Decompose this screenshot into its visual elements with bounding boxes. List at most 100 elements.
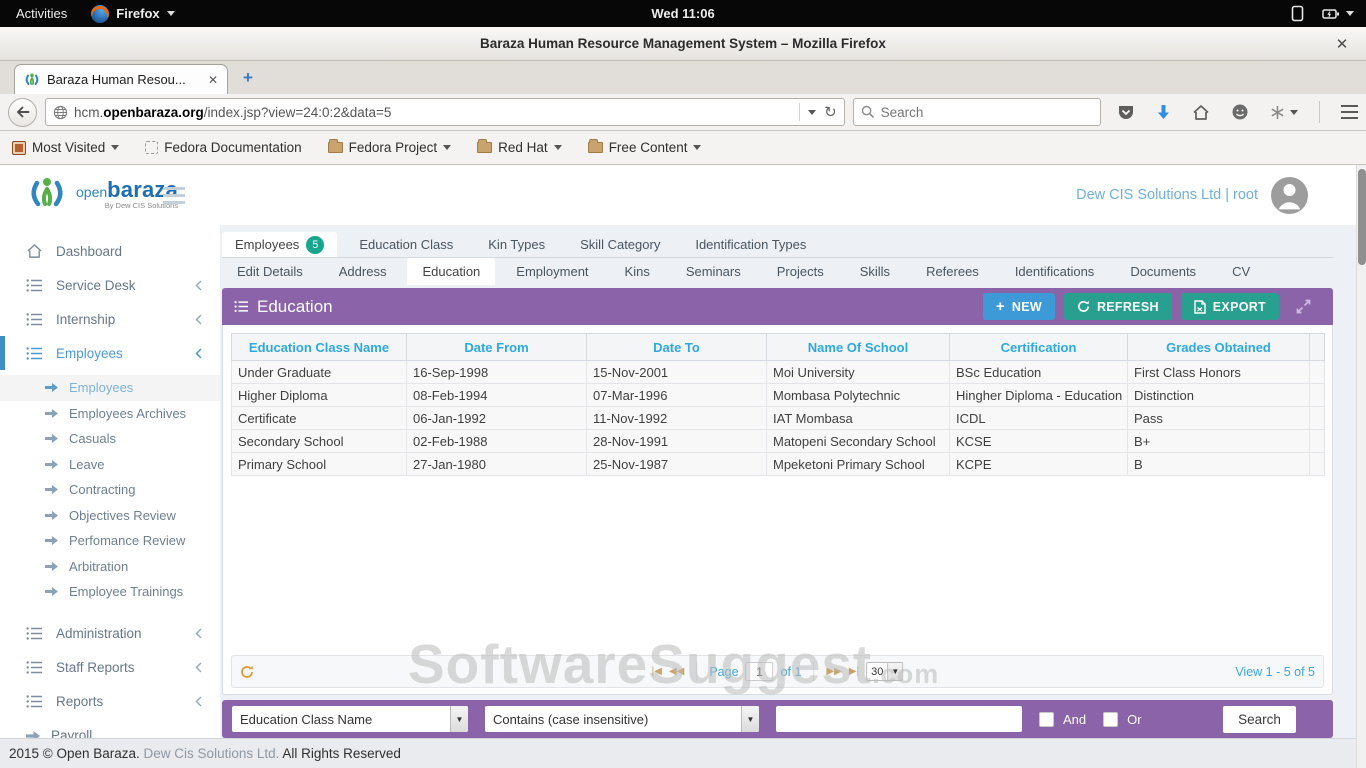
subtab-address[interactable]: Address [324, 258, 402, 285]
menu-icon[interactable] [1341, 105, 1358, 108]
filter-or-checkbox[interactable]: Or [1103, 712, 1141, 727]
sidebar-item-service-desk[interactable]: Service Desk [0, 268, 220, 302]
subtab-seminars[interactable]: Seminars [671, 258, 756, 285]
openbaraza-logo[interactable]: openbaraza By Dew CIS Solutions [27, 174, 178, 214]
tab-skill-category[interactable]: Skill Category [567, 232, 673, 257]
window-close-button[interactable]: ✕ [1332, 34, 1352, 54]
avatar[interactable] [1271, 177, 1308, 214]
back-button[interactable] [8, 98, 37, 127]
table-row[interactable]: Certificate06-Jan-1992 11-Nov-1992IAT Mo… [232, 407, 1325, 430]
app-menu[interactable]: Firefox [91, 5, 174, 23]
browser-tab[interactable]: Baraza Human Resou... ✕ [14, 64, 228, 94]
grid-refresh-icon[interactable] [240, 665, 254, 679]
tab-education-class[interactable]: Education Class [346, 232, 466, 257]
addon-menu[interactable] [1270, 105, 1298, 120]
column-header[interactable]: Grades Obtained [1128, 334, 1310, 361]
tab-employees[interactable]: Employees 5 [222, 232, 337, 257]
expand-icon[interactable] [1296, 299, 1311, 314]
urlbar-dropdown-icon[interactable] [808, 110, 816, 115]
pager-first-button[interactable]: |◀ [652, 666, 662, 677]
url-bar[interactable]: hcm.openbaraza.org/index.jsp?view=24:0:2… [45, 98, 845, 126]
sidebar-item-reports[interactable]: Reports [0, 685, 220, 719]
column-header[interactable]: Certification [950, 334, 1128, 361]
submenu-item-arbitration[interactable]: Arbitration [0, 554, 220, 580]
system-menu[interactable] [1322, 7, 1354, 21]
checkbox-icon[interactable] [1103, 712, 1118, 727]
subtab-employment[interactable]: Employment [501, 258, 603, 285]
home-icon[interactable] [1192, 104, 1210, 121]
filter-field-select[interactable]: Education Class Name ▼ [232, 706, 468, 732]
filter-value-input[interactable] [776, 706, 1022, 732]
submenu-item-contracting[interactable]: Contracting [0, 477, 220, 503]
bookmark-most-visited[interactable]: Most Visited [12, 140, 119, 155]
search-bar[interactable] [853, 98, 1101, 126]
activities-button[interactable]: Activities [12, 6, 71, 21]
reload-icon[interactable]: ↻ [824, 103, 837, 121]
sidebar-item-administration[interactable]: Administration [0, 617, 220, 651]
filter-and-checkbox[interactable]: And [1039, 712, 1086, 727]
column-header[interactable]: Date From [407, 334, 587, 361]
submenu-item-leave[interactable]: Leave [0, 452, 220, 478]
subtab-edit-details[interactable]: Edit Details [222, 258, 318, 285]
table-row[interactable]: Primary School27-Jan-1980 25-Nov-1987Mpe… [232, 453, 1325, 476]
download-icon[interactable] [1156, 104, 1171, 121]
sidebar-toggle-icon[interactable] [163, 187, 185, 190]
column-header[interactable]: Name Of School [767, 334, 950, 361]
new-button[interactable]: + NEW [983, 293, 1055, 320]
sidebar-item-employees[interactable]: Employees [0, 336, 220, 370]
pager-last-button[interactable]: ▶| [849, 666, 859, 677]
scrollbar-thumb[interactable] [1358, 169, 1366, 265]
submenu-item-employees[interactable]: Employees [0, 375, 220, 401]
clock[interactable]: Wed 11:06 [651, 6, 714, 21]
subtab-projects[interactable]: Projects [762, 258, 839, 285]
user-label[interactable]: Dew CIS Solutions Ltd | root [1076, 187, 1258, 203]
subtab-documents[interactable]: Documents [1115, 258, 1211, 285]
sidebar-item-dashboard[interactable]: Dashboard [0, 234, 220, 268]
refresh-button[interactable]: REFRESH [1064, 293, 1172, 320]
table-row[interactable]: Higher Diploma08-Feb-1994 07-Mar-1996Mom… [232, 384, 1325, 407]
bookmark-free-content[interactable]: Free Content [588, 140, 702, 155]
screen-status-icon[interactable] [1291, 5, 1304, 22]
table-row[interactable]: Under Graduate16-Sep-1998 15-Nov-2001Moi… [232, 361, 1325, 384]
checkbox-icon[interactable] [1039, 712, 1054, 727]
subtab-referees[interactable]: Referees [911, 258, 994, 285]
column-header[interactable]: Education Class Name [232, 334, 407, 361]
pager-next-button[interactable]: ▶▶ [826, 666, 841, 677]
subtab-kins[interactable]: Kins [610, 258, 665, 285]
subtab-skills[interactable]: Skills [845, 258, 905, 285]
sidebar-item-internship[interactable]: Internship [0, 302, 220, 336]
bookmark-red-hat[interactable]: Red Hat [477, 140, 562, 155]
tab-kin-types[interactable]: Kin Types [475, 232, 558, 257]
submenu-item-employee-trainings[interactable]: Employee Trainings [0, 579, 220, 605]
bookmark-fedora-documentation[interactable]: Fedora Documentation [145, 140, 301, 155]
pocket-icon[interactable] [1117, 104, 1135, 121]
export-file-icon [1194, 300, 1206, 314]
page-size-select[interactable]: 30 ▼ [866, 662, 903, 681]
table-row[interactable]: Secondary School02-Feb-1988 28-Nov-1991M… [232, 430, 1325, 453]
chat-icon[interactable] [1231, 103, 1249, 121]
subtab-education[interactable]: Education [407, 258, 495, 285]
sidebar-item-payroll[interactable]: Payroll [0, 719, 220, 739]
subtab-cv[interactable]: CV [1217, 258, 1265, 285]
submenu-item-casuals[interactable]: Casuals [0, 426, 220, 452]
search-input[interactable] [881, 105, 1093, 120]
export-button[interactable]: EXPORT [1181, 293, 1279, 320]
tab-identification-types[interactable]: Identification Types [682, 232, 819, 257]
bookmark-fedora-project[interactable]: Fedora Project [328, 140, 452, 155]
column-header[interactable]: Date To [587, 334, 767, 361]
pager-prev-button[interactable]: ◀◀ [669, 666, 684, 677]
new-tab-button[interactable]: + [243, 68, 253, 88]
submenu-item-objectives-review[interactable]: Objectives Review [0, 503, 220, 529]
page-number-input[interactable] [746, 662, 774, 681]
filter-operator-select[interactable]: Contains (case insensitive) ▼ [485, 706, 759, 732]
scrollbar-track[interactable] [1356, 165, 1366, 768]
subtab-identifications[interactable]: Identifications [1000, 258, 1110, 285]
search-button[interactable]: Search [1223, 706, 1296, 733]
caret-down-icon [111, 145, 119, 150]
submenu-item-employees-archives[interactable]: Employees Archives [0, 401, 220, 427]
tab-close-icon[interactable]: ✕ [208, 73, 218, 87]
submenu-item-perfomance-review[interactable]: Perfomance Review [0, 528, 220, 554]
sidebar-item-staff-reports[interactable]: Staff Reports [0, 651, 220, 685]
sub-tabs: Edit Details Address Education Employmen… [222, 258, 1333, 285]
app-menu-label: Firefox [116, 6, 159, 21]
